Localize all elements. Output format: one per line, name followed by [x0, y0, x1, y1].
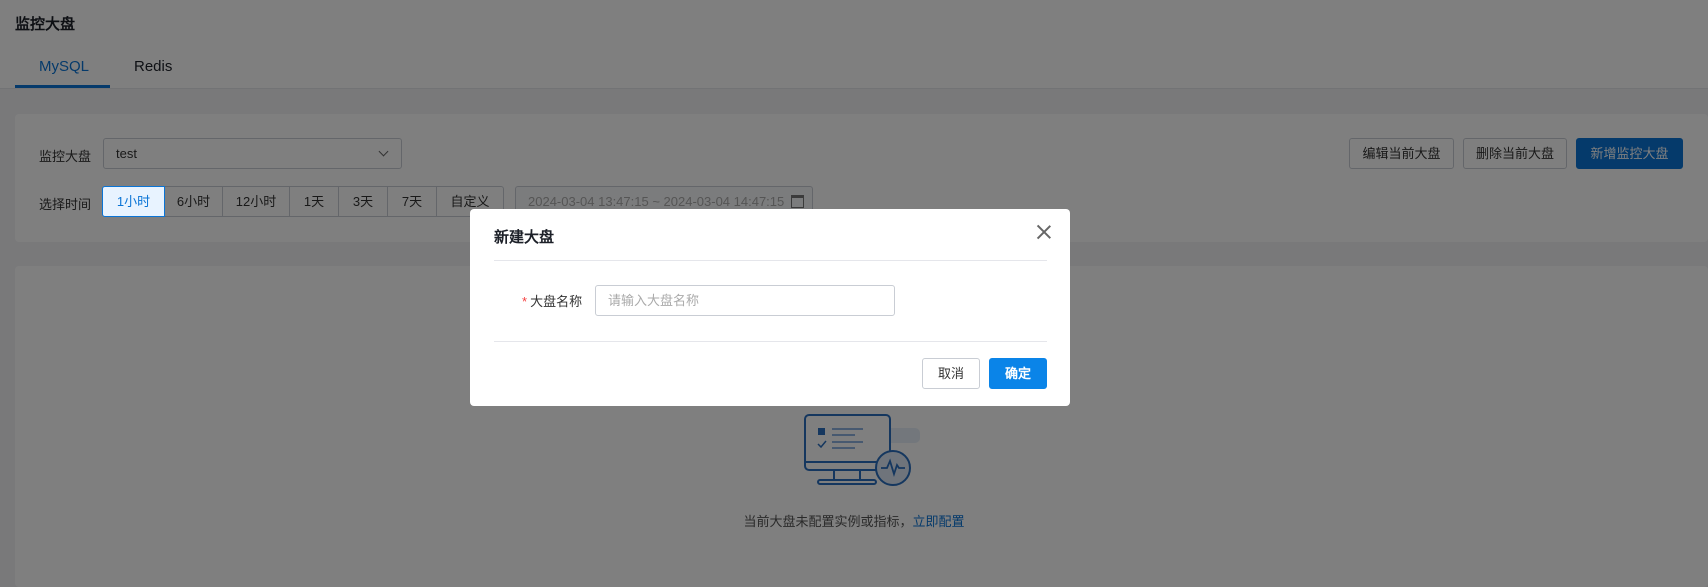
- cancel-button[interactable]: 取消: [922, 358, 980, 389]
- close-icon[interactable]: [1035, 223, 1053, 241]
- divider: [494, 341, 1047, 342]
- dashboard-name-label: * 大盘名称: [522, 291, 582, 310]
- dashboard-name-input[interactable]: [595, 285, 895, 316]
- dialog-title: 新建大盘: [494, 229, 555, 246]
- time-option-1h[interactable]: 1小时: [102, 186, 165, 217]
- confirm-button[interactable]: 确定: [989, 358, 1047, 389]
- required-mark: *: [522, 294, 528, 309]
- new-dashboard-dialog: 新建大盘 *大盘名称 取消 确定: [470, 209, 1070, 406]
- dashboard-name-label-text: 大盘名称: [530, 294, 583, 309]
- divider: [494, 260, 1047, 261]
